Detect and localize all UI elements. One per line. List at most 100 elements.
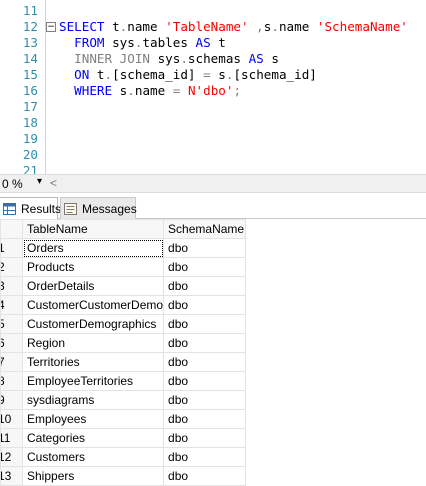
table-row[interactable]: 8 EmployeeTerritoriesdbo bbox=[1, 372, 246, 391]
row-number[interactable]: 11 bbox=[1, 429, 23, 448]
table-row[interactable]: 4 CustomerCustomerDemodbo bbox=[1, 296, 246, 315]
code-token: t bbox=[97, 67, 105, 82]
cell-tablename[interactable]: Products bbox=[23, 258, 164, 277]
cell-tablename[interactable]: CustomerCustomerDemo bbox=[23, 296, 164, 315]
cell-schemaname[interactable]: dbo bbox=[164, 448, 246, 467]
tab-messages[interactable]: Messages bbox=[60, 197, 136, 219]
cell-tablename[interactable]: Orders bbox=[23, 239, 164, 258]
line-number: 21 bbox=[0, 163, 38, 174]
row-number[interactable]: 13 bbox=[1, 467, 23, 486]
table-row[interactable]: 1 Ordersdbo bbox=[1, 239, 246, 258]
table-row[interactable]: 6 Regiondbo bbox=[1, 334, 246, 353]
code-token: 'TableName' bbox=[165, 19, 248, 34]
code-token: sys bbox=[112, 35, 135, 50]
cell-schemaname[interactable]: dbo bbox=[164, 315, 246, 334]
code-line[interactable]: 17 bbox=[0, 99, 426, 115]
row-number[interactable]: 1 bbox=[1, 239, 23, 258]
scroll-left-icon[interactable]: < bbox=[50, 176, 57, 190]
table-row[interactable]: 12 Customersdbo bbox=[1, 448, 246, 467]
code-text: SELECT t.name 'TableName' ,s.name 'Schem… bbox=[59, 19, 408, 35]
row-number[interactable]: 9 bbox=[1, 391, 23, 410]
table-row[interactable]: 10 Employeesdbo bbox=[1, 410, 246, 429]
code-text: WHERE s.name = N'dbo'; bbox=[59, 83, 241, 99]
code-token: 'SchemaName' bbox=[317, 19, 408, 34]
cell-schemaname[interactable]: dbo bbox=[164, 391, 246, 410]
code-line[interactable]: 16 WHERE s.name = N'dbo'; bbox=[0, 83, 426, 99]
cell-schemaname[interactable]: dbo bbox=[164, 239, 246, 258]
code-line[interactable]: 21 bbox=[0, 163, 426, 174]
row-number[interactable]: 8 bbox=[1, 372, 23, 391]
results-table: TableName SchemaName 1Ordersdbo2Products… bbox=[0, 219, 246, 486]
code-line[interactable]: 14 INNER JOIN sys.schemas AS s bbox=[0, 51, 426, 67]
code-token: ; bbox=[233, 83, 241, 98]
code-token: = bbox=[173, 83, 188, 98]
cell-schemaname[interactable]: dbo bbox=[164, 372, 246, 391]
code-line[interactable]: 15 ON t.[schema_id] = s.[schema_id] bbox=[0, 67, 426, 83]
cell-tablename[interactable]: sysdiagrams bbox=[23, 391, 164, 410]
code-text: ON t.[schema_id] = s.[schema_id] bbox=[59, 67, 317, 83]
cell-tablename[interactable]: OrderDetails bbox=[23, 277, 164, 296]
line-number: 14 bbox=[0, 51, 38, 67]
row-number[interactable]: 2 bbox=[1, 258, 23, 277]
results-grid[interactable]: TableName SchemaName 1Ordersdbo2Products… bbox=[0, 219, 426, 478]
table-row[interactable]: 5 CustomerDemographicsdbo bbox=[1, 315, 246, 334]
code-line[interactable]: 20 bbox=[0, 147, 426, 163]
cell-schemaname[interactable]: dbo bbox=[164, 410, 246, 429]
collapse-icon[interactable]: − bbox=[46, 22, 56, 32]
code-token: s bbox=[271, 51, 279, 66]
table-row[interactable]: 13 Shippersdbo bbox=[1, 467, 246, 486]
cell-tablename[interactable]: Region bbox=[23, 334, 164, 353]
editor-status-bar: 0 % ▾ < bbox=[0, 174, 426, 193]
code-line[interactable]: 12− SELECT t.name 'TableName' ,s.name 'Sc… bbox=[0, 19, 426, 35]
row-number[interactable]: 6 bbox=[1, 334, 23, 353]
table-row[interactable]: 11 Categoriesdbo bbox=[1, 429, 246, 448]
query-editor[interactable]: 11 12− SELECT t.name 'TableName' ,s.name '… bbox=[0, 0, 426, 174]
cell-schemaname[interactable]: dbo bbox=[164, 467, 246, 486]
tab-results[interactable]: Results bbox=[0, 197, 58, 219]
code-line[interactable]: 19 bbox=[0, 131, 426, 147]
code-token: [schema_id] bbox=[233, 67, 316, 82]
table-row[interactable]: 7 Territoriesdbo bbox=[1, 353, 246, 372]
cell-tablename[interactable]: Employees bbox=[23, 410, 164, 429]
cell-schemaname[interactable]: dbo bbox=[164, 429, 246, 448]
zoom-dropdown-icon[interactable]: ▾ bbox=[37, 176, 42, 187]
cell-tablename[interactable]: Territories bbox=[23, 353, 164, 372]
cell-schemaname[interactable]: dbo bbox=[164, 334, 246, 353]
line-number: 12 bbox=[0, 19, 38, 35]
cell-schemaname[interactable]: dbo bbox=[164, 353, 246, 372]
code-token: . bbox=[271, 19, 279, 34]
row-number[interactable]: 3 bbox=[1, 277, 23, 296]
code-line[interactable]: 18 bbox=[0, 115, 426, 131]
code-token: name bbox=[127, 19, 165, 34]
code-token: SELECT bbox=[59, 19, 112, 34]
row-number[interactable]: 12 bbox=[1, 448, 23, 467]
code-line[interactable]: 13 FROM sys.tables AS t bbox=[0, 35, 426, 51]
row-number[interactable]: 10 bbox=[1, 410, 23, 429]
table-row[interactable]: 3 OrderDetailsdbo bbox=[1, 277, 246, 296]
code-token: name bbox=[279, 19, 317, 34]
code-line[interactable]: 11 bbox=[0, 3, 426, 19]
cell-tablename[interactable]: Shippers bbox=[23, 467, 164, 486]
row-number[interactable]: 7 bbox=[1, 353, 23, 372]
zoom-level[interactable]: 0 % bbox=[2, 177, 23, 191]
cell-tablename[interactable]: Customers bbox=[23, 448, 164, 467]
cell-schemaname[interactable]: dbo bbox=[164, 258, 246, 277]
cell-tablename[interactable]: Categories bbox=[23, 429, 164, 448]
code-token: WHERE bbox=[59, 83, 120, 98]
table-row[interactable]: 9 sysdiagramsdbo bbox=[1, 391, 246, 410]
row-number-label: 10 bbox=[1, 412, 12, 426]
row-number-header[interactable] bbox=[1, 220, 23, 239]
cell-tablename[interactable]: EmployeeTerritories bbox=[23, 372, 164, 391]
row-number-label: 9 bbox=[1, 393, 5, 407]
column-header-schemaname[interactable]: SchemaName bbox=[164, 220, 246, 239]
row-number-label: 6 bbox=[1, 336, 5, 350]
code-token: N'dbo' bbox=[188, 83, 234, 98]
line-number: 17 bbox=[0, 99, 38, 115]
column-header-tablename[interactable]: TableName bbox=[23, 220, 164, 239]
cell-schemaname[interactable]: dbo bbox=[164, 277, 246, 296]
cell-tablename[interactable]: CustomerDemographics bbox=[23, 315, 164, 334]
cell-schemaname[interactable]: dbo bbox=[164, 296, 246, 315]
row-number[interactable]: 5 bbox=[1, 315, 23, 334]
row-number[interactable]: 4 bbox=[1, 296, 23, 315]
table-row[interactable]: 2 Productsdbo bbox=[1, 258, 246, 277]
